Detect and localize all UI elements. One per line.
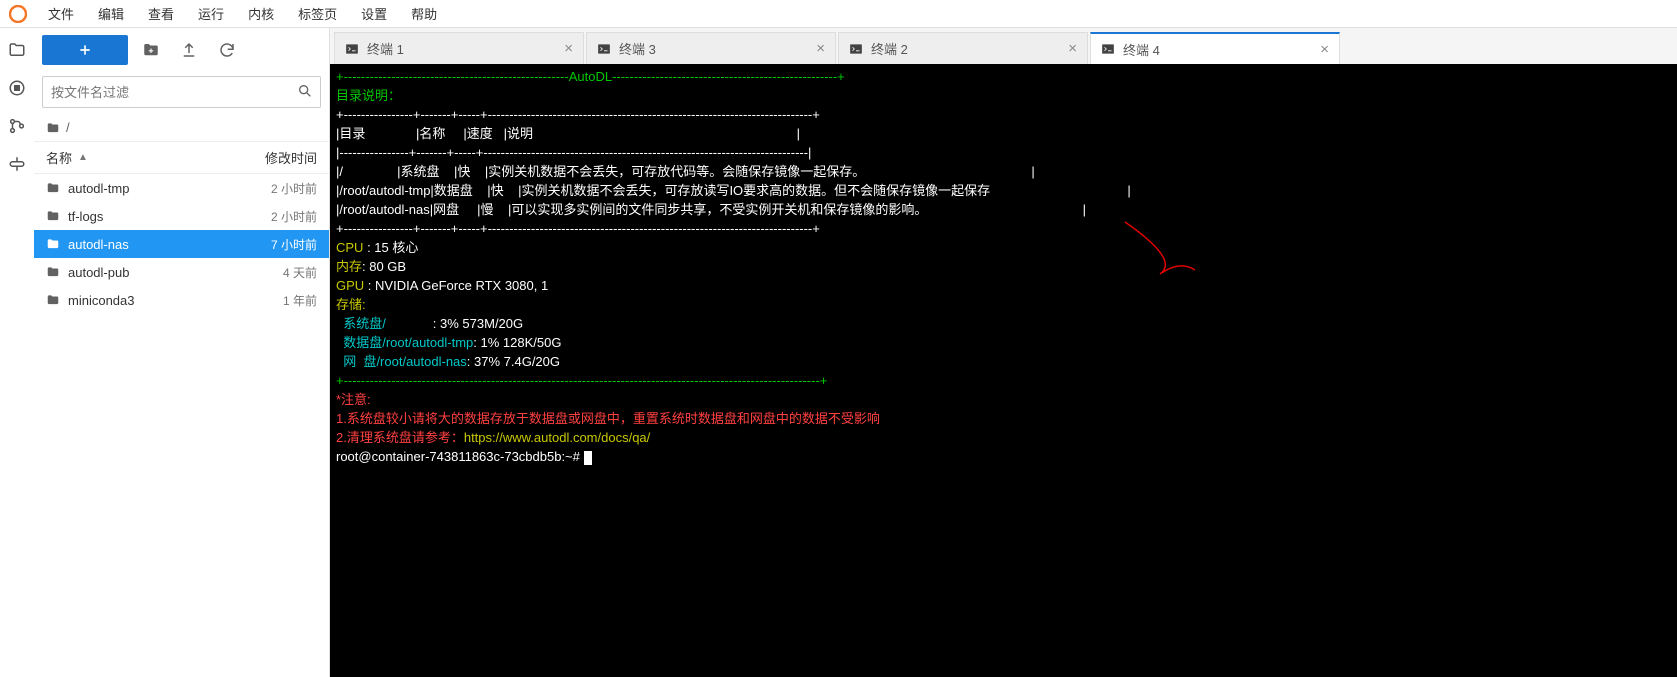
terminal-icon: [1101, 42, 1117, 56]
close-icon[interactable]: ×: [564, 40, 573, 57]
git-icon[interactable]: [7, 116, 27, 136]
terminal-icon: [849, 42, 865, 56]
close-icon[interactable]: ×: [1320, 41, 1329, 58]
file-name: miniconda3: [64, 293, 237, 308]
menu-edit[interactable]: 编辑: [86, 4, 136, 23]
menu-tabs[interactable]: 标签页: [286, 4, 349, 23]
menu-run[interactable]: 运行: [186, 4, 236, 23]
folder-icon: [46, 265, 64, 279]
menu-file[interactable]: 文件: [36, 4, 86, 23]
new-launcher-button[interactable]: [42, 35, 128, 65]
terminal-icon: [597, 42, 613, 56]
file-row-autodl-pub[interactable]: autodl-pub4 天前: [34, 258, 329, 286]
search-icon: [297, 83, 313, 99]
folder-icon: [46, 293, 64, 307]
file-row-autodl-nas[interactable]: autodl-nas7 小时前: [34, 230, 329, 258]
file-name: tf-logs: [64, 209, 237, 224]
tab-终端-3[interactable]: 终端 3×: [586, 32, 836, 64]
running-icon[interactable]: [7, 78, 27, 98]
menu-help[interactable]: 帮助: [399, 4, 449, 23]
file-row-tf-logs[interactable]: tf-logs2 小时前: [34, 202, 329, 230]
extensions-icon[interactable]: [7, 154, 27, 174]
file-modified: 2 小时前: [237, 180, 317, 197]
file-name: autodl-tmp: [64, 181, 237, 196]
terminal-output[interactable]: +---------------------------------------…: [330, 64, 1677, 677]
file-modified: 4 天前: [237, 264, 317, 281]
hand-annotation: [1120, 184, 1230, 314]
file-modified: 1 年前: [237, 292, 317, 309]
breadcrumb-path: /: [66, 120, 70, 135]
tab-终端-1[interactable]: 终端 1×: [334, 32, 584, 64]
filter-input[interactable]: [42, 76, 321, 108]
menu-view[interactable]: 查看: [136, 4, 186, 23]
file-row-miniconda3[interactable]: miniconda31 年前: [34, 286, 329, 314]
breadcrumb[interactable]: /: [34, 114, 329, 142]
upload-button[interactable]: [174, 35, 204, 65]
new-folder-button[interactable]: [136, 35, 166, 65]
file-browser: / 名称▲ 修改时间 autodl-tmp2 小时前tf-logs2 小时前au…: [34, 28, 330, 677]
menu-kernel[interactable]: 内核: [236, 4, 286, 23]
folder-icon: [46, 181, 64, 195]
tab-label: 终端 4: [1123, 40, 1320, 59]
tab-bar: 终端 1×终端 3×终端 2×终端 4×: [330, 28, 1677, 64]
file-row-autodl-tmp[interactable]: autodl-tmp2 小时前: [34, 174, 329, 202]
terminal-icon: [345, 42, 361, 56]
file-modified: 2 小时前: [237, 208, 317, 225]
menubar: 文件 编辑 查看 运行 内核 标签页 设置 帮助: [0, 0, 1677, 28]
tab-label: 终端 1: [367, 39, 564, 58]
folder-icon[interactable]: [7, 40, 27, 60]
close-icon[interactable]: ×: [1068, 40, 1077, 57]
close-icon[interactable]: ×: [816, 40, 825, 57]
folder-icon: [46, 237, 64, 251]
tab-终端-4[interactable]: 终端 4×: [1090, 32, 1340, 64]
tab-终端-2[interactable]: 终端 2×: [838, 32, 1088, 64]
terminal-cursor: [584, 451, 592, 465]
column-header[interactable]: 名称▲ 修改时间: [34, 142, 329, 174]
tab-label: 终端 3: [619, 39, 816, 58]
activity-bar: [0, 28, 34, 677]
file-name: autodl-pub: [64, 265, 237, 280]
file-modified: 7 小时前: [237, 236, 317, 253]
file-name: autodl-nas: [64, 237, 237, 252]
menu-settings[interactable]: 设置: [349, 4, 399, 23]
folder-icon: [46, 209, 64, 223]
sort-arrow-icon: ▲: [78, 152, 88, 163]
app-logo: [8, 4, 28, 24]
refresh-button[interactable]: [212, 35, 242, 65]
tab-label: 终端 2: [871, 39, 1068, 58]
